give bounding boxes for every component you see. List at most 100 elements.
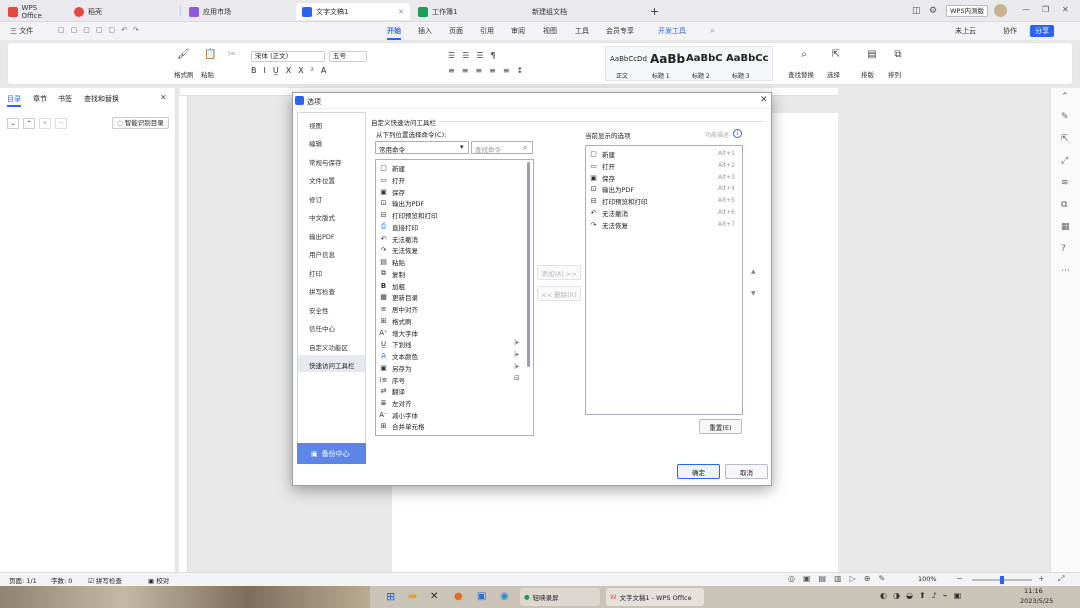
edit-icon[interactable]: ✎	[1061, 112, 1069, 122]
pointer-icon[interactable]: ⇱	[1061, 134, 1069, 144]
layout-icon[interactable]: ▤	[866, 49, 878, 61]
list-item[interactable]: ▣ 保存 Alt+3	[589, 172, 739, 183]
search-icon[interactable]: ⌕	[710, 26, 714, 36]
panel-tab-toc[interactable]: 目录	[7, 94, 21, 107]
taskbar-recorder[interactable]: ● 轻映录屏	[520, 588, 600, 606]
menu-developer[interactable]: 开发工具	[658, 26, 686, 36]
tab-new-blank[interactable]: 新建组文档	[526, 3, 636, 20]
window-layout-icon[interactable]: ◫	[912, 6, 921, 16]
select-label[interactable]: 选择	[827, 69, 840, 79]
info-icon[interactable]: i	[733, 129, 742, 138]
list-item[interactable]: ⊞ 格式刷	[379, 315, 412, 326]
list-item[interactable]: ⊡ 输出为PDF Alt+4	[589, 183, 739, 194]
nav-quick-access-selected[interactable]: 快速访问工具栏	[298, 355, 365, 372]
nav-view[interactable]: 视图	[309, 120, 322, 130]
panel-tab-bookmark[interactable]: 书签	[58, 94, 72, 104]
panel-tab-chapter[interactable]: 章节	[33, 94, 47, 104]
remove-button[interactable]: << 删除(R)	[537, 286, 581, 301]
ok-button[interactable]: 确定	[677, 464, 720, 479]
list-item[interactable]: A 文本颜色 |▸	[379, 350, 527, 361]
new-tab-button[interactable]: +	[644, 3, 670, 20]
expand-icon[interactable]: ⌃	[23, 118, 35, 129]
font-size-select[interactable]: 五号	[329, 51, 367, 62]
move-down-icon[interactable]: ▼	[751, 290, 756, 297]
text-format-icons[interactable]: BIU̲XX²A	[251, 66, 333, 75]
zoom-level[interactable]: 100%	[918, 575, 937, 583]
list-item[interactable]: ⧉ 复制	[379, 268, 405, 279]
view-mode-icons[interactable]: ◎▣▤▥▷⊕✎	[788, 574, 893, 583]
menu-member[interactable]: 会员专享	[606, 26, 634, 36]
command-search-input[interactable]: 查找命令 ⌕	[471, 141, 533, 154]
list-item[interactable]: ≣ 左对齐	[379, 397, 412, 408]
list-item[interactable]: ▢ 新建	[379, 162, 405, 173]
windows-start-icon[interactable]: ⊞	[386, 590, 395, 603]
tab-wps-office[interactable]: WPS Office	[2, 3, 64, 20]
close-icon[interactable]: ✕	[760, 95, 768, 105]
nav-revision[interactable]: 修订	[309, 194, 322, 204]
nav-trust-center[interactable]: 信任中心	[309, 323, 335, 333]
list-item[interactable]: ▦ 更新目录	[379, 291, 418, 302]
nav-spell-check[interactable]: 拼写检查	[309, 286, 335, 296]
current-commands-list[interactable]: ▢ 新建 Alt+1 ▭ 打开 Alt+2 ▣ 保存 Alt+3 ⊡ 输出为PDF Alt+4 …	[585, 145, 743, 415]
list-item[interactable]: ≡ 居中对齐	[379, 303, 418, 314]
available-commands-list[interactable]: ▢ 新建 ▭ 打开 ▣ 保存 ⊡ 输出为PDF ⊟ 打印预览和打印 ⎙ 直接打印 ↶ 无法撤消…	[375, 159, 534, 436]
select-icon[interactable]: ⇱	[830, 49, 842, 61]
list-item[interactable]: B 加粗	[379, 280, 405, 291]
tab-doc1[interactable]: 文字文稿1 ✕	[296, 3, 410, 20]
clock-time[interactable]: 11:16	[1024, 587, 1043, 595]
font-name-select[interactable]: 宋体 (正文)	[251, 51, 325, 62]
cloud-status[interactable]: 未上云	[955, 26, 976, 36]
smart-toc-button[interactable]: ◌ 智能识别目录	[112, 117, 169, 129]
list-item[interactable]: ⁞≡ 序号 ⊟	[379, 374, 527, 385]
list-item[interactable]: ↷ 无法恢复 Alt+7	[589, 219, 739, 230]
page-indicator[interactable]: 页面: 1/1	[9, 575, 37, 585]
list-item[interactable]: ▣ 另存为 |▸	[379, 362, 527, 373]
list-item[interactable]: ▭ 打开 Alt+2	[589, 160, 739, 171]
style-gallery[interactable]: AaBbCcDd AaBb AaBbC AaBbCc 正文 标题 1 标题 2 …	[605, 46, 773, 81]
list-item[interactable]: ▣ 保存	[379, 186, 405, 197]
more-icon[interactable]: ⋯	[1061, 266, 1070, 276]
wps-internal-badge[interactable]: WPS内测版	[946, 5, 988, 17]
taskbar-wps[interactable]: W 文字文稿1 - WPS Office	[606, 588, 704, 606]
skin-icon[interactable]: ⚙	[929, 6, 937, 16]
list-item[interactable]: U̲ 下划线 |▸	[379, 338, 527, 349]
move-up-icon[interactable]: ▲	[751, 268, 756, 275]
nav-user-info[interactable]: 用户信息	[309, 249, 335, 259]
menu-insert[interactable]: 插入	[418, 26, 432, 36]
collab-button[interactable]: 协作	[1003, 26, 1017, 36]
nav-print[interactable]: 打印	[309, 268, 322, 278]
menu-page[interactable]: 页面	[449, 26, 463, 36]
zoom-slider[interactable]	[972, 576, 1032, 584]
list-item[interactable]: ⊞ 合并单元格	[379, 420, 425, 431]
list-item[interactable]: ⊟ 打印预览和打印	[379, 209, 438, 220]
export-icon[interactable]: ⧉	[1061, 200, 1067, 210]
zoom-out-icon[interactable]: −	[956, 574, 963, 583]
file-menu[interactable]: 三 文件	[10, 26, 33, 36]
file-explorer-icon[interactable]: ▬	[408, 591, 417, 602]
list-item[interactable]: ⊟ 打印预览和打印 Alt+5	[589, 195, 739, 206]
menu-tools[interactable]: 工具	[575, 26, 589, 36]
maximize-icon[interactable]: ❐	[1042, 5, 1049, 14]
arrange-icon[interactable]: ⧉	[892, 49, 904, 61]
app-m-icon[interactable]: ▣	[477, 591, 486, 602]
align-icons[interactable]: ≡≡≡≡≡↕	[448, 66, 530, 75]
list-item[interactable]: ↶ 无法撤消 Alt+6	[589, 207, 739, 218]
nav-security[interactable]: 安全性	[309, 305, 329, 315]
list-item[interactable]: ▢ 新建 Alt+1	[589, 148, 739, 159]
share-button[interactable]: 分享	[1030, 25, 1054, 37]
add-icon[interactable]: +	[39, 118, 51, 129]
adjust-icon[interactable]: ≋	[1061, 178, 1069, 188]
fullscreen-icon[interactable]: ⤢	[1058, 574, 1064, 584]
app-x-icon[interactable]: ✕	[430, 591, 438, 602]
add-button[interactable]: 添加(A) >>	[537, 265, 581, 280]
close-icon[interactable]: ✕	[160, 93, 167, 102]
list-item[interactable]: ⊡ 输出为PDF	[379, 197, 425, 208]
minimize-icon[interactable]: —	[1022, 5, 1030, 14]
zoom-in-icon[interactable]: +	[1038, 574, 1045, 583]
list-item[interactable]: A⁻ 减小字体	[379, 409, 418, 420]
format-painter-icon[interactable]: 🖌	[177, 49, 190, 61]
list-item[interactable]: ▭ 打开	[379, 174, 405, 185]
tray-icons[interactable]: ◐◑◒⬆♪⌁▣	[880, 591, 967, 600]
tab-app-market[interactable]: 应用市场	[183, 3, 293, 20]
category-select[interactable]: 常用命令 ▾	[375, 141, 469, 154]
